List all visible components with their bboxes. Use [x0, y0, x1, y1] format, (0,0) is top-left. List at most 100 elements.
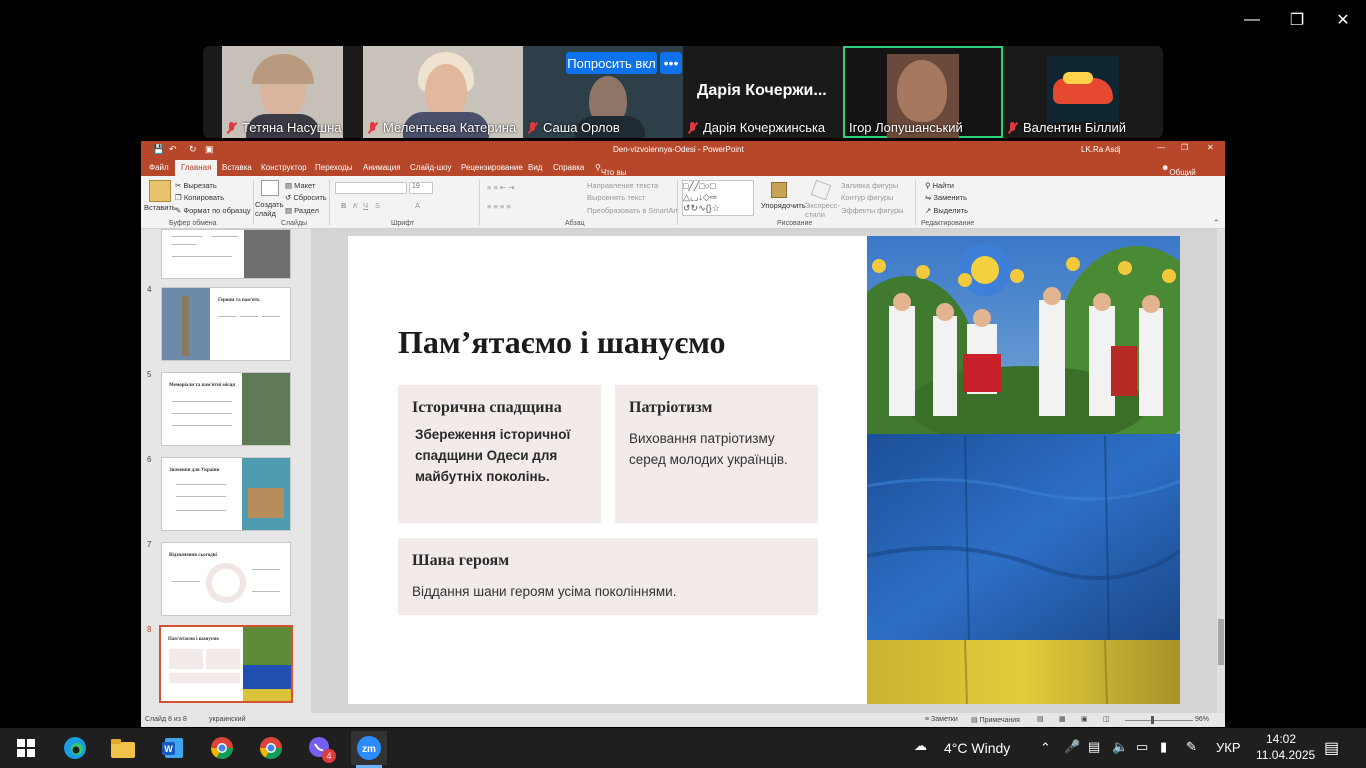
slideshow-view-icon[interactable]: ◫	[1103, 715, 1110, 723]
share-button[interactable]: ☻ Общий доступ	[1161, 163, 1196, 186]
tab-help[interactable]: Справка	[553, 163, 584, 172]
file-explorer-icon[interactable]	[105, 731, 141, 765]
font-color-button[interactable]: A	[415, 201, 420, 210]
participant-tile[interactable]: Мелентьєва Катерина	[363, 46, 523, 138]
underline-button[interactable]: Ч	[363, 201, 368, 210]
italic-button[interactable]: K	[353, 201, 358, 210]
microphone-icon[interactable]: 🎤	[1064, 739, 1080, 755]
tab-view[interactable]: Вид	[528, 163, 542, 172]
shape-outline-button[interactable]: Контур фигуры	[841, 193, 893, 202]
zoom-app-icon[interactable]: zm	[351, 731, 387, 765]
slide-title[interactable]: Пам’ятаємо і шануємо	[398, 324, 726, 361]
tab-file[interactable]: Файл	[149, 163, 169, 172]
tab-review[interactable]: Рецензирование	[461, 163, 523, 172]
slide-thumbnail-3[interactable]	[161, 229, 291, 279]
clock-date[interactable]: 11.04.2025	[1256, 748, 1315, 762]
sorter-view-icon[interactable]: ▦	[1059, 715, 1066, 723]
tray-overflow-icon[interactable]: ⌃	[1040, 740, 1051, 756]
cut-button[interactable]: ✂ Вырезать	[175, 181, 217, 190]
find-button[interactable]: ⚲ Найти	[925, 181, 954, 190]
minimize-icon[interactable]: —	[1237, 8, 1267, 32]
shapes-gallery[interactable]: □╱╱□○□ △⌞⌟↓◇⇨ ↺↻∿{}☆	[682, 180, 754, 216]
zoom-slider[interactable]	[1125, 720, 1193, 721]
input-language[interactable]: УКР	[1216, 740, 1241, 755]
slide-thumbnail-4[interactable]: Героям та пам'ять	[161, 287, 291, 361]
new-slide-button[interactable]: Создать слайд	[255, 200, 285, 218]
new-slide-icon[interactable]	[261, 180, 279, 196]
slide-thumbnail-5[interactable]: Меморіали та пам'ятні місця	[161, 372, 291, 446]
bullets-button[interactable]: ≡ ≡ ⇤ ⇥	[487, 183, 515, 192]
ppt-close-icon[interactable]: ✕	[1207, 143, 1214, 152]
shape-fill-button[interactable]: Заливка фигуры	[841, 181, 898, 190]
arrange-icon[interactable]	[771, 182, 787, 198]
bold-button[interactable]: B	[341, 201, 346, 210]
reset-button[interactable]: ↺ Сбросить	[285, 193, 327, 202]
zoom-level[interactable]: 96%	[1195, 716, 1209, 723]
chrome-icon[interactable]	[204, 731, 240, 765]
card-patriotism[interactable]: Патріотизм Виховання патріотизму серед м…	[615, 385, 818, 523]
participant-tile-active[interactable]: Ігор Лопушанський	[843, 46, 1003, 138]
slide-thumbnail-6[interactable]: Значення для України	[161, 457, 291, 531]
font-name-select[interactable]	[335, 182, 407, 194]
save-icon[interactable]: 💾	[153, 144, 164, 155]
clock-time[interactable]: 14:02	[1266, 732, 1296, 746]
collapse-ribbon-icon[interactable]: ⌃	[1213, 218, 1219, 227]
speaker-icon[interactable]: 🔈	[1112, 739, 1128, 755]
layout-button[interactable]: ▤ Макет	[285, 181, 315, 190]
shape-effects-button[interactable]: Эффекты фигуры	[841, 206, 904, 215]
edge-icon[interactable]	[57, 731, 93, 765]
display-icon[interactable]: ▭	[1136, 739, 1148, 755]
copy-button[interactable]: ❐ Копировать	[175, 193, 224, 202]
card-heroes[interactable]: Шана героям Віддання шани героям усіма п…	[398, 538, 818, 615]
arrange-button[interactable]: Упорядочить	[761, 201, 806, 210]
smartart-button[interactable]: Преобразовать в SmartArt	[587, 206, 678, 215]
align-text-button[interactable]: Выровнять текст	[587, 193, 645, 202]
normal-view-icon[interactable]: ▤	[1037, 715, 1044, 723]
reading-view-icon[interactable]: ▣	[1081, 715, 1088, 723]
more-options-button[interactable]: •••	[660, 52, 682, 74]
card-heritage[interactable]: Історична спадщина Збереження історичної…	[398, 385, 601, 523]
participant-tile[interactable]: Дарія Кочержи... Дарія Кочержинська	[683, 46, 843, 138]
participant-tile[interactable]: Валентин Біллий	[1003, 46, 1151, 138]
slide-photo[interactable]	[867, 236, 1180, 704]
zoom-slider-thumb[interactable]	[1151, 716, 1154, 724]
select-button[interactable]: ↗ Выделить	[925, 206, 968, 215]
ask-to-unmute-button[interactable]: Попросить вкл	[566, 52, 657, 74]
slide-thumbnail-8-selected[interactable]: Пам'ятаємо і шануємо	[159, 625, 293, 703]
tab-home[interactable]: Главная	[175, 160, 218, 176]
tell-me-search[interactable]: ⚲ Что вы хотите сделать?	[595, 163, 635, 195]
text-direction-button[interactable]: Направление текста	[587, 181, 658, 190]
pen-icon[interactable]: ✎	[1186, 739, 1197, 755]
notes-button[interactable]: ≡ Заметки	[925, 716, 958, 723]
language-indicator[interactable]: украинский	[209, 716, 246, 723]
tab-design[interactable]: Конструктор	[261, 163, 307, 172]
tab-slideshow[interactable]: Слайд-шоу	[410, 163, 451, 172]
viber-icon[interactable]: 4	[302, 731, 338, 765]
chrome-profile-icon[interactable]	[253, 731, 289, 765]
quick-styles-button[interactable]: Экспресс-стили	[805, 201, 840, 219]
tab-animations[interactable]: Анимация	[363, 163, 401, 172]
weather-widget[interactable]: 4°C Windy	[944, 740, 1010, 756]
font-size-select[interactable]: 19	[409, 182, 433, 194]
tab-transitions[interactable]: Переходы	[315, 163, 353, 172]
restore-icon[interactable]: ❐	[1282, 8, 1312, 32]
battery-icon[interactable]: ▮	[1160, 739, 1167, 755]
quick-styles-icon[interactable]	[810, 179, 832, 201]
strike-button[interactable]: S	[375, 201, 380, 210]
ppt-minimize-icon[interactable]: —	[1157, 143, 1165, 152]
align-buttons[interactable]: ≡ ≡ ≡ ≡	[487, 202, 511, 211]
undo-icon[interactable]: ↶	[169, 144, 177, 155]
close-icon[interactable]: ✕	[1328, 8, 1358, 32]
weather-icon[interactable]: ☁	[914, 738, 927, 754]
redo-icon[interactable]: ↻	[189, 144, 197, 155]
replace-button[interactable]: ⇋ Заменить	[925, 193, 967, 202]
paste-icon[interactable]	[149, 180, 171, 202]
slide-thumbnail-7[interactable]: Відзначення сьогодні	[161, 542, 291, 616]
notifications-icon[interactable]: ▤	[1324, 738, 1339, 758]
vertical-scrollbar[interactable]	[1217, 229, 1225, 713]
paste-button[interactable]: Вставить	[144, 203, 176, 212]
format-painter-button[interactable]: ✎ Формат по образцу	[175, 206, 251, 215]
participant-tile[interactable]: Тетяна Насушна	[222, 46, 343, 138]
current-slide[interactable]: Пам’ятаємо і шануємо Історична спадщина …	[348, 236, 1180, 704]
section-button[interactable]: ▤ Раздел	[285, 206, 319, 215]
